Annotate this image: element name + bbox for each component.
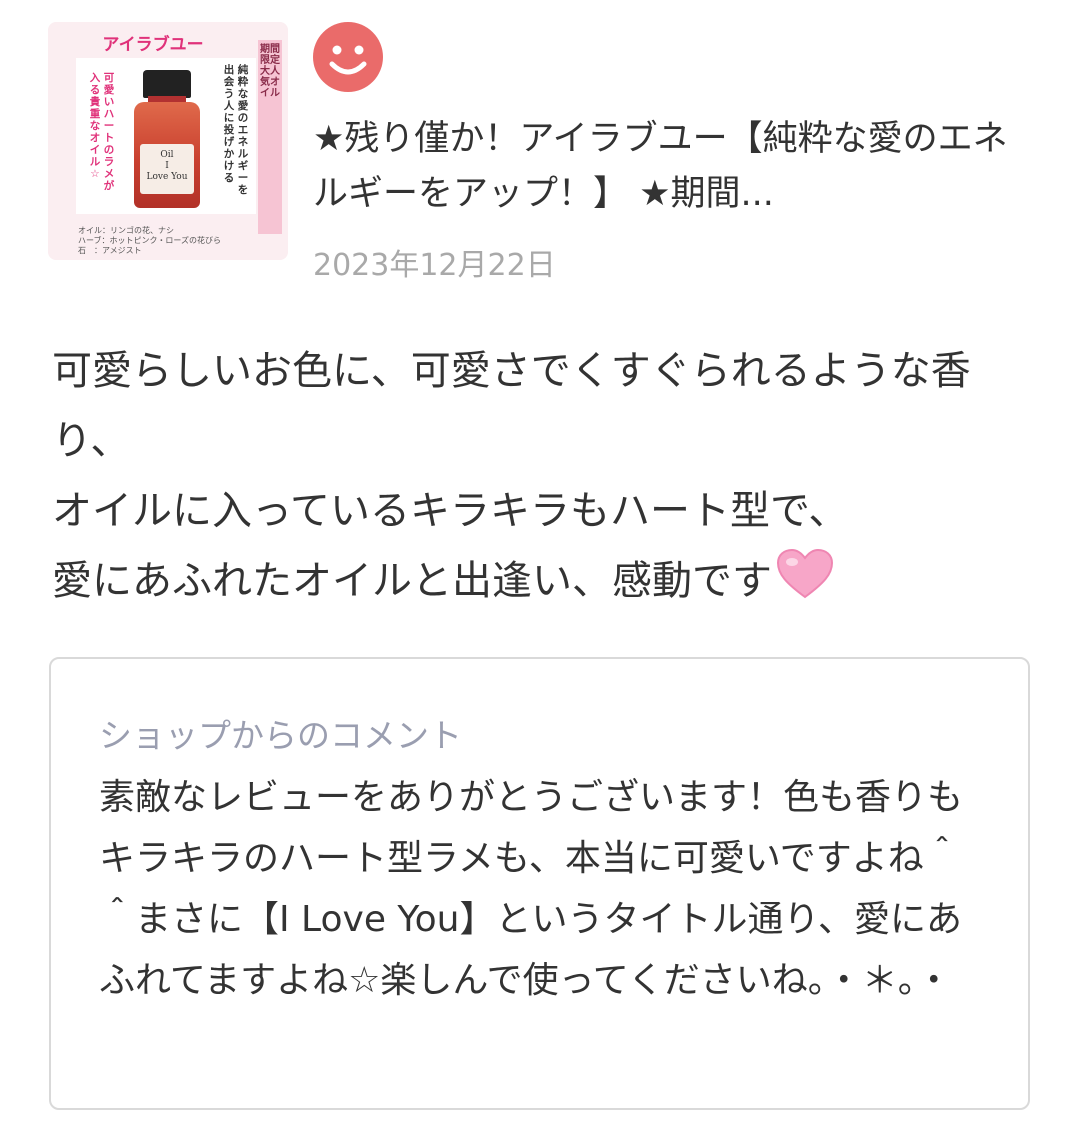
reviewer-avatar (313, 22, 383, 92)
thumbnail-ingredients: オイル：リンゴの花、ナシ ハーブ：ホットピンク・ローズの花びら 石 ：アメジスト (78, 226, 268, 256)
thumbnail-ingredient-stone: 石 ：アメジスト (78, 246, 142, 255)
bottle-label-line-1: Oil (160, 150, 174, 160)
review-date: 2023年12月22日 (313, 248, 556, 283)
shop-comment-text: 素敵なレビューをありがとうございます！色も香りもキラキラのハート型ラメも、本当に… (99, 777, 964, 1001)
thumbnail-ingredient-herb: ハーブ：ホットピンク・ローズの花びら (78, 236, 221, 245)
bottle-cap (143, 70, 191, 98)
product-thumbnail[interactable]: アイラブユー 期間限定 大人気オイル 可愛いハートのラメが 入る貴重なオイル☆ … (48, 22, 288, 260)
thumbnail-tagline-pink-1: 可愛いハートのラメが (103, 72, 115, 192)
pink-heart-emoji-icon (776, 548, 834, 599)
bottle-label: Oil I Love You (140, 144, 194, 194)
thumbnail-ingredient-oil: オイル：リンゴの花、ナシ (78, 226, 174, 235)
smiley-face-icon (329, 45, 367, 75)
shop-comment-label: ショップからのコメント (99, 716, 462, 755)
review-text: 可愛らしいお色に、可愛さでくすぐられるような香り、 オイルに入っているキラキラも… (52, 336, 1042, 616)
bottle-label-line-3: Love You (146, 172, 188, 182)
bottle-label-line-2: I (165, 161, 169, 171)
thumbnail-tagline-pink-2: 入る貴重なオイル☆ (89, 72, 101, 180)
thumbnail-band-text: 期間限定 大人気オイル (260, 44, 280, 99)
thumbnail-product-name: アイラブユー (102, 35, 204, 55)
shop-comment-box: ショップからのコメント 素敵なレビューをありがとうございます！色も香りもキラキラ… (49, 657, 1030, 1110)
thumbnail-tagline-dark-2: 出会う人に投げかける (223, 64, 235, 184)
product-title-link[interactable]: ★残り僅か！アイラブユー【純粋な愛のエネルギーをアップ！】 ★期間... (313, 112, 1033, 222)
thumbnail-tagline-dark-1: 純粋な愛のエネルギーを (237, 64, 249, 196)
